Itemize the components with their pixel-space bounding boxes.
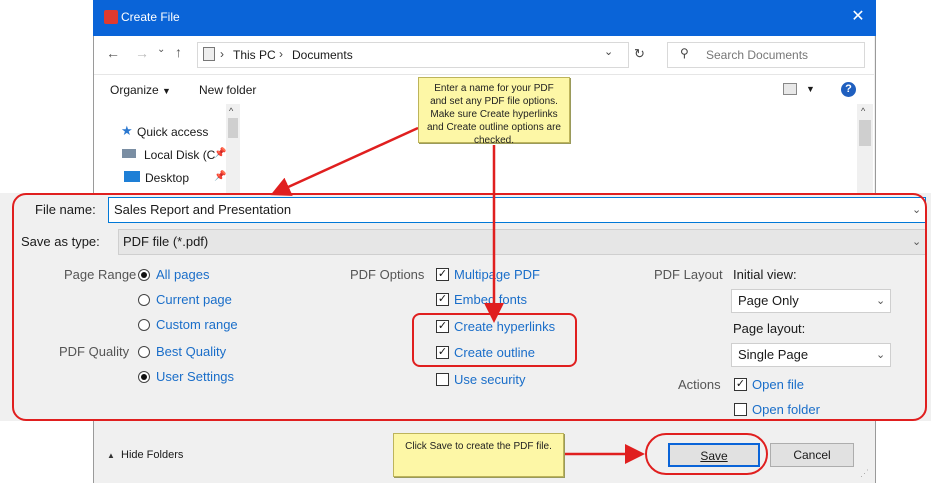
callout-top: Enter a name for your PDF and set any PD… — [418, 77, 570, 146]
annotation-arrows — [270, 126, 645, 464]
callout-bottom: Click Save to create the PDF file. — [393, 433, 564, 477]
arrow-to-filename — [270, 126, 419, 196]
